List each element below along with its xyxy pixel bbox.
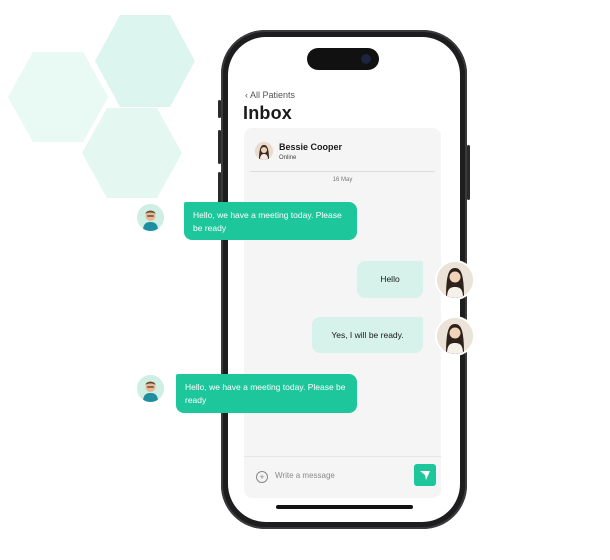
contact-status: Online bbox=[279, 155, 297, 161]
hexagon-decoration-1 bbox=[95, 15, 195, 107]
patient-avatar bbox=[437, 262, 473, 298]
hexagon-decoration-3 bbox=[82, 108, 182, 198]
message-bubble-sent: Hello bbox=[357, 261, 423, 298]
send-icon bbox=[420, 471, 430, 480]
back-label: All Patients bbox=[250, 90, 296, 100]
message-input[interactable]: Write a message bbox=[275, 471, 335, 480]
patient-avatar bbox=[437, 318, 473, 354]
back-link[interactable]: ‹ All Patients bbox=[245, 90, 295, 100]
doctor-avatar bbox=[137, 375, 164, 402]
divider bbox=[250, 171, 435, 172]
plus-icon[interactable]: + bbox=[256, 471, 268, 483]
chat-panel bbox=[244, 128, 441, 498]
page-title: Inbox bbox=[243, 103, 292, 123]
home-indicator bbox=[276, 505, 413, 509]
date-separator: 16 May bbox=[332, 177, 353, 183]
message-bubble-received: Hello, we have a meeting today. Please b… bbox=[184, 202, 357, 240]
doctor-avatar bbox=[137, 204, 164, 231]
message-bubble-sent: Yes, I will be ready. bbox=[312, 317, 423, 353]
dynamic-island bbox=[307, 48, 379, 70]
message-bubble-received: Hello, we have a meeting today. Please b… bbox=[176, 374, 357, 413]
message-composer bbox=[244, 456, 441, 497]
contact-name[interactable]: Bessie Cooper bbox=[279, 142, 342, 152]
contact-avatar[interactable] bbox=[255, 142, 273, 160]
send-button[interactable] bbox=[414, 464, 436, 486]
